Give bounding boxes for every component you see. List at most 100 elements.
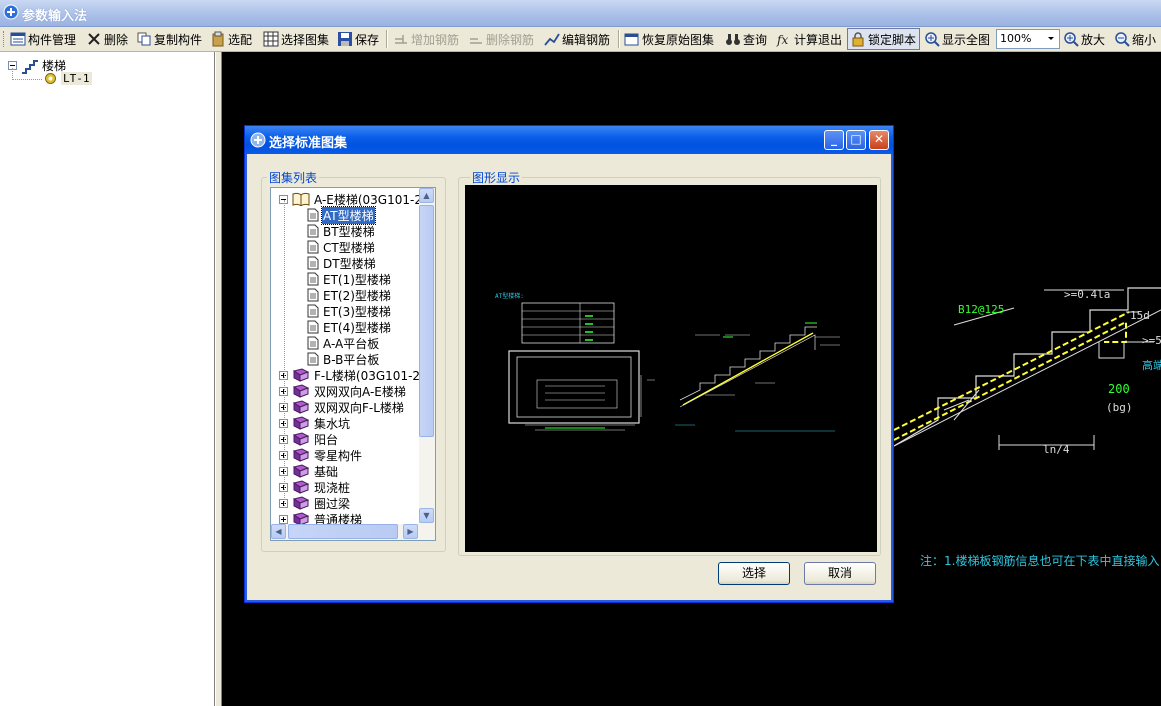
dialog-title-bar[interactable]: 选择标准图集 _ □ ✕ [245,126,893,154]
delete-x-icon [88,33,100,45]
expand-toggle[interactable] [279,514,288,524]
gear-icon [45,73,56,84]
atlas-list-item[interactable]: 双网双向F-L楼梯 [279,399,405,415]
svg-text:AT型楼梯:: AT型楼梯: [495,292,524,300]
bg-label: (bg) [1106,401,1133,414]
document-icon [307,304,319,318]
app-icon [3,4,19,20]
delete-rebar-icon [470,38,482,44]
scroll-thumb[interactable] [419,205,434,437]
dimension-label: 200 [1108,382,1130,396]
atlas-list-item[interactable]: CT型楼梯 [307,239,376,255]
book-icon [292,400,310,414]
cancel-button[interactable]: 取消 [804,562,876,585]
horizontal-scrollbar[interactable]: ◀ ▶ [271,524,435,540]
clipboard-icon [212,31,224,47]
atlas-list-item[interactable]: ET(2)型楼梯 [307,287,392,303]
zoom-select[interactable]: 100% [996,29,1060,49]
toolbar-separator [386,30,388,48]
select-match-button[interactable]: 选配 [210,29,252,49]
close-button[interactable]: ✕ [869,130,889,150]
chevron-down-icon[interactable] [1044,31,1058,45]
restore-icon [624,33,639,46]
atlas-list-item[interactable]: ET(4)型楼梯 [307,319,392,335]
tree-line [12,79,42,81]
maximize-button[interactable]: □ [846,130,866,150]
tree-line [284,200,286,508]
lock-script-toggle[interactable]: 锁定脚本 [847,28,921,50]
zoom-in-button[interactable]: 放大 [1063,29,1105,49]
document-icon [307,336,319,350]
document-icon [307,208,319,222]
dimension-label: 15d [1130,309,1150,322]
zoom-out-icon [1115,32,1130,47]
restore-atlas-button[interactable]: 恢复原始图集 [624,29,714,49]
dialog-title: 选择标准图集 [269,136,348,151]
atlas-list-item[interactable]: 基础 [279,463,339,479]
add-rebar-button[interactable]: 增加钢筋 [393,29,459,49]
atlas-list-item[interactable]: 零星构件 [279,447,363,463]
height-end-label: 高端 [1142,359,1161,372]
atlas-list-group-label: 图集列表 [267,169,320,186]
atlas-list-item[interactable]: B-B平台板 [307,351,380,367]
zoom-value: 100% [1000,32,1032,45]
select-atlas-button[interactable]: 选择图集 [263,29,329,49]
open-book-icon [292,192,310,206]
panel-splitter[interactable] [215,52,222,706]
book-icon [292,368,310,382]
atlas-list-item[interactable]: F-L楼梯(03G101-2) [279,367,426,383]
atlas-list-item[interactable]: DT型楼梯 [307,255,377,271]
atlas-list-item[interactable]: A-E楼梯(03G101-2) [279,191,428,207]
scroll-up-button[interactable]: ▲ [419,188,434,203]
scroll-right-button[interactable]: ▶ [403,524,418,539]
tree-node-lt1[interactable]: LT-1 [44,72,92,85]
document-icon [307,352,319,366]
delete-button[interactable]: 删除 [86,29,128,49]
atlas-list-item[interactable]: 阳台 [279,431,339,447]
ln4-label: ln/4 [1043,443,1070,456]
query-button[interactable]: 查询 [725,29,767,49]
atlas-list-item[interactable]: BT型楼梯 [307,223,376,239]
atlas-list-item[interactable]: ET(1)型楼梯 [307,271,392,287]
atlas-list-item[interactable]: AT型楼梯 [307,205,376,225]
zoom-out-button[interactable]: 缩小 [1114,29,1156,49]
dimension-label: >=0.4la [1064,288,1111,301]
zoom-in-icon [1064,32,1079,47]
toolbar-grip[interactable] [3,31,7,47]
dimension-label: >=5 [1142,334,1161,347]
document-icon [307,224,319,238]
main-toolbar: 构件管理 删除 复制构件 选配 选择图集 保存 增加钢筋 删除钢筋 编辑钢筋 恢… [0,27,1161,52]
vertical-scrollbar[interactable]: ▲ ▼ [419,188,435,524]
atlas-list-item[interactable]: 圈过梁 [279,495,351,511]
save-disk-icon [338,32,352,46]
list-window-icon [10,32,26,46]
select-button[interactable]: 选择 [718,562,790,585]
stairs-icon [22,59,38,74]
calc-exit-button[interactable]: fx 计算退出 [776,29,842,49]
atlas-list-item[interactable]: 现浇桩 [279,479,351,495]
atlas-list-item[interactable]: A-A平台板 [307,335,380,351]
binoculars-icon [726,34,740,45]
component-manage-button[interactable]: 构件管理 [10,29,76,49]
edit-rebar-button[interactable]: 编辑钢筋 [544,29,610,49]
copy-component-button[interactable]: 复制构件 [136,29,202,49]
canvas-note: 注：1.楼梯板钢筋信息也可在下表中直接输入 [920,554,1160,568]
delete-rebar-button[interactable]: 删除钢筋 [468,29,534,49]
cad-stair-section [894,287,1161,450]
scroll-down-button[interactable]: ▼ [419,508,434,523]
atlas-list-item[interactable]: 集水坑 [279,415,351,431]
scroll-left-button[interactable]: ◀ [271,524,286,539]
atlas-preview-canvas: AT型楼梯: [465,185,877,552]
book-icon [292,432,310,446]
document-icon [307,288,319,302]
minimize-button[interactable]: _ [824,130,844,150]
atlas-list-item[interactable]: ET(3)型楼梯 [307,303,392,319]
rebar-spec-label: B12@125 [958,303,1005,316]
atlas-tree-list[interactable]: A-E楼梯(03G101-2) AT型楼梯 BT型楼梯 CT型楼梯 DT型楼梯 ET(1)… [270,187,436,541]
save-button[interactable]: 保存 [337,29,379,49]
show-all-button[interactable]: 显示全图 [924,29,990,49]
component-tree-panel: 楼梯 LT-1 [0,52,215,706]
book-icon [292,416,310,430]
atlas-list-item[interactable]: 双网双向A-E楼梯 [279,383,407,399]
scroll-thumb[interactable] [288,524,398,539]
